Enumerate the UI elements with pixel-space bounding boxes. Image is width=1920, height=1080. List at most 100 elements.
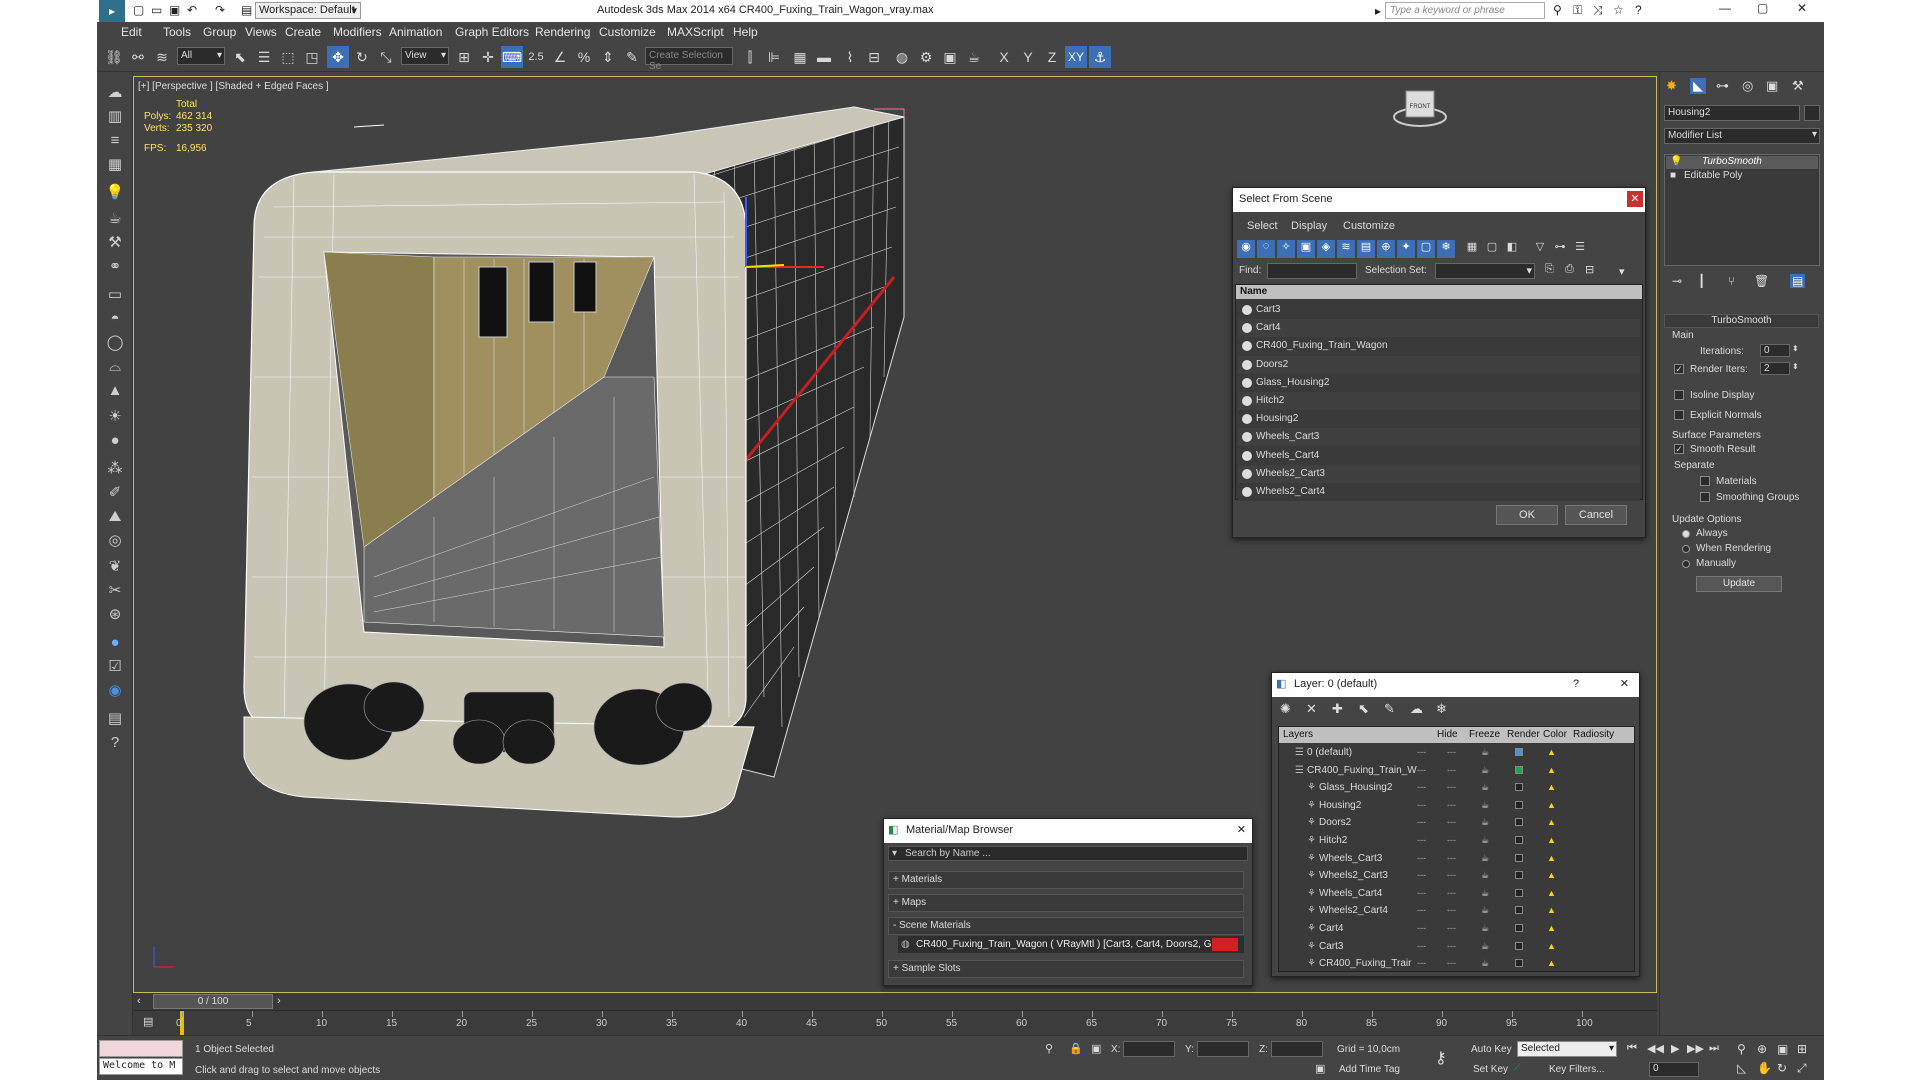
smooth-result-checkbox[interactable]: ✓ xyxy=(1674,444,1684,454)
hide-toggle[interactable]: --- xyxy=(1417,850,1426,867)
hide-toggle[interactable]: --- xyxy=(1417,779,1426,796)
freeze-toggle[interactable]: --- xyxy=(1447,938,1456,955)
add-selset-icon[interactable]: ⎙ xyxy=(1565,263,1574,276)
ref-coord-dropdown[interactable]: View ▾ xyxy=(401,47,449,65)
freeze-toggle[interactable]: --- xyxy=(1447,850,1456,867)
render-toggle[interactable]: ☕ xyxy=(1481,902,1489,919)
maxscript-listener[interactable]: Welcome to M xyxy=(99,1058,183,1075)
paint-icon[interactable]: ⚒ xyxy=(104,232,126,254)
select-none-icon[interactable]: ▢ xyxy=(1483,240,1501,258)
display-bones-icon[interactable]: ✦ xyxy=(1397,240,1415,258)
freeze-toggle[interactable]: --- xyxy=(1447,955,1456,972)
hide-toggle[interactable]: --- xyxy=(1417,814,1426,831)
render-production-icon[interactable]: ☕ xyxy=(963,46,985,68)
modify-tab-icon[interactable]: ◣ xyxy=(1690,78,1706,94)
display-cameras-icon[interactable]: ▣ xyxy=(1297,240,1315,258)
menu-rendering[interactable]: Rendering xyxy=(535,25,590,39)
freeze-toggle[interactable]: --- xyxy=(1447,832,1456,849)
scene-explorer-icon[interactable]: ▥ xyxy=(104,106,126,128)
maxscript-listener-pink[interactable] xyxy=(99,1040,183,1057)
menu-customize[interactable]: Customize xyxy=(599,25,656,39)
curve-editor-icon[interactable]: ⌇ xyxy=(839,46,861,68)
selection-filter-dropdown[interactable]: All ▾ xyxy=(177,47,225,65)
minimize-icon[interactable]: — xyxy=(1719,1,1731,15)
box-icon[interactable]: ▭ xyxy=(104,284,126,306)
next-key-icon[interactable]: ▶▶ xyxy=(1687,1042,1704,1055)
render-toggle[interactable]: ☕ xyxy=(1481,920,1489,937)
stack-item-turbosmooth[interactable]: 💡 TurboSmooth xyxy=(1666,156,1818,169)
layer-row[interactable]: ☰ CR400_Fuxing_Train_W --- --- ☕ ▲ xyxy=(1281,762,1632,779)
edit-named-selection-icon[interactable]: ✎ xyxy=(621,46,643,68)
radiosity-toggle[interactable]: ▲ xyxy=(1547,744,1556,761)
hide-toggle[interactable]: --- xyxy=(1417,832,1426,849)
star-icon[interactable]: ☆ xyxy=(1613,3,1624,17)
radiosity-toggle[interactable]: ▲ xyxy=(1547,814,1556,831)
scene-list-item[interactable]: Hitch2 xyxy=(1238,392,1640,410)
key-filters-button[interactable]: Key Filters... xyxy=(1549,1064,1605,1075)
layer-color-swatch[interactable] xyxy=(1515,818,1523,827)
object-color-swatch[interactable] xyxy=(1804,105,1820,121)
make-unique-icon[interactable]: ⑂ xyxy=(1728,274,1735,288)
material-editor-icon[interactable]: ◍ xyxy=(891,46,913,68)
unlink-icon[interactable]: ⚯ xyxy=(127,46,149,68)
scene-list-item[interactable]: Cart4 xyxy=(1238,319,1640,338)
angle-snap-icon[interactable]: ∠ xyxy=(549,46,571,68)
prev-frame-icon[interactable]: ‹ xyxy=(137,995,141,1007)
hierarchy-tab-icon[interactable]: ⊶ xyxy=(1716,78,1729,94)
layer-color-swatch[interactable] xyxy=(1515,924,1523,932)
close-icon[interactable]: ✕ xyxy=(1620,677,1629,690)
display-xrefs-icon[interactable]: ⊕ xyxy=(1377,240,1395,258)
modifier-stack[interactable]: 💡 TurboSmooth ■ Editable Poly xyxy=(1664,154,1820,266)
scene-list-item[interactable]: Housing2 xyxy=(1238,410,1640,429)
display-helpers-icon[interactable]: ◈ xyxy=(1317,240,1335,258)
sphere-icon[interactable]: ◯ xyxy=(104,332,126,354)
hide-toggle[interactable]: --- xyxy=(1417,955,1426,972)
layer-row[interactable]: ⚘ Hitch2 --- --- ☕ ▲ xyxy=(1281,832,1632,849)
layer-row[interactable]: ☰ 0 (default) --- --- ☕ ▲ xyxy=(1281,744,1632,761)
freeze-all-icon[interactable]: ❄ xyxy=(1436,701,1447,717)
scene-material-item[interactable]: ◍ CR400_Fuxing_Train_Wagon ( VRayMtl ) [… xyxy=(898,936,1244,953)
menu-modifiers[interactable]: Modifiers xyxy=(333,25,382,39)
layer-manager-icon[interactable]: ▦ xyxy=(789,46,811,68)
col-layers[interactable]: Layers xyxy=(1283,727,1313,743)
close-icon[interactable]: ✕ xyxy=(1797,1,1807,15)
maximize-viewport-icon[interactable]: ⤢ xyxy=(1797,1061,1807,1076)
materials-checkbox[interactable] xyxy=(1700,476,1710,486)
layer-color-swatch[interactable] xyxy=(1515,959,1523,968)
scene-list-item[interactable]: Doors2 xyxy=(1238,355,1640,374)
target-icon[interactable]: ⊛ xyxy=(104,604,126,626)
group-sample-slots[interactable]: + Sample Slots xyxy=(888,960,1244,978)
layer-row[interactable]: ⚘ Wheels2_Cart3 --- --- ☕ ▲ xyxy=(1281,867,1632,884)
schematic-view-icon[interactable]: ⊟ xyxy=(863,46,885,68)
rotate-icon[interactable]: ↻ xyxy=(351,46,373,68)
particle-icon[interactable]: ⁂ xyxy=(104,458,126,480)
group-scene-materials[interactable]: - Scene Materials xyxy=(888,917,1244,935)
render-toggle[interactable]: ☕ xyxy=(1481,955,1489,972)
layer-row[interactable]: ⚘ Wheels2_Cart4 --- --- ☕ ▲ xyxy=(1281,902,1632,919)
render-iters-spinner[interactable]: 2 xyxy=(1760,362,1790,375)
menu-tools[interactable]: Tools xyxy=(163,25,191,39)
radiosity-toggle[interactable]: ▲ xyxy=(1547,920,1556,937)
menu-graph-editors[interactable]: Graph Editors xyxy=(455,25,529,39)
menu-group[interactable]: Group xyxy=(203,25,236,39)
freeze-toggle[interactable]: --- xyxy=(1447,885,1456,902)
lightbulb-icon[interactable]: 💡 xyxy=(104,182,126,204)
sun-icon[interactable]: ☀ xyxy=(104,406,126,428)
time-slider-thumb[interactable]: 0 / 100 xyxy=(153,994,273,1009)
iterations-spinner[interactable]: 0 xyxy=(1760,344,1790,357)
menu-edit[interactable]: Edit xyxy=(121,25,142,39)
col-hide[interactable]: Hide xyxy=(1437,727,1458,743)
radiosity-toggle[interactable]: ▲ xyxy=(1547,902,1556,919)
select-in-layer-icon[interactable]: ⬉ xyxy=(1358,701,1369,717)
hemisphere-icon[interactable]: ◓ xyxy=(104,308,126,330)
render-setup-icon[interactable]: ⚙ xyxy=(915,46,937,68)
project-icon[interactable]: ▤ xyxy=(241,3,252,17)
menu-views[interactable]: Views xyxy=(245,25,277,39)
percent-snap-icon[interactable]: % xyxy=(573,46,595,68)
layer-color-swatch[interactable] xyxy=(1515,765,1523,774)
render-toggle[interactable]: ☕ xyxy=(1481,832,1489,849)
select-by-name-icon[interactable]: ☰ xyxy=(253,46,275,68)
filter-icon[interactable]: ▽ xyxy=(1531,240,1549,258)
x-coord-field[interactable] xyxy=(1123,1041,1175,1057)
globe-icon[interactable]: ◎ xyxy=(104,530,126,552)
